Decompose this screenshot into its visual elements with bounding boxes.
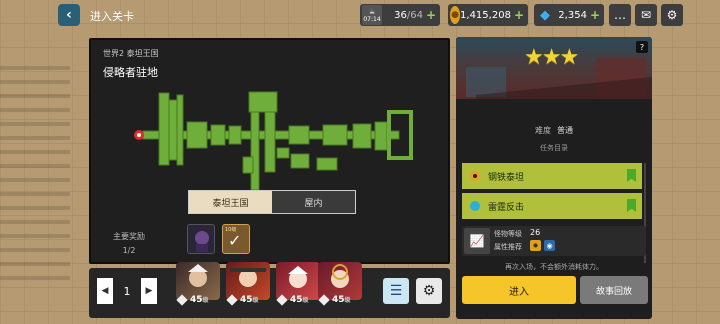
difficulty-value: 普通 — [557, 126, 573, 135]
team-page-number: 1 — [123, 284, 131, 298]
map-room — [374, 121, 388, 151]
map-marker — [134, 130, 144, 140]
chat-bubble-icon: … — [614, 8, 626, 22]
coffee-cup-icon: ☕ 07:14 — [362, 5, 382, 25]
stamina-counter: ☕ 07:14 36/64 + — [360, 4, 440, 26]
add-gem-button[interactable]: + — [590, 8, 600, 22]
gear-icon: ⚙ — [422, 283, 436, 299]
quest-label: 雷霆反击 — [488, 202, 525, 213]
quest-dot-icon — [470, 201, 480, 211]
hero-level: 45 — [332, 295, 345, 305]
hero-slot[interactable]: 45级 — [176, 262, 220, 308]
quest-ring-icon — [470, 171, 480, 181]
reentry-note: 再次入场，不会额外消耗体力。 — [505, 263, 603, 271]
map-room — [228, 125, 242, 145]
map-room — [168, 99, 178, 161]
gold-value: 1,415,208 — [460, 9, 511, 21]
team-settings-button[interactable]: ⚙ — [416, 278, 442, 304]
map-room — [242, 156, 254, 174]
reward-count: 1/2 — [122, 246, 136, 255]
map-room — [186, 121, 208, 149]
map-tabs: 泰坦王国 屋内 — [188, 190, 356, 214]
reward-item[interactable] — [187, 224, 215, 254]
settings-gear-icon: ⚙ — [666, 8, 678, 22]
help-button[interactable]: ? — [636, 41, 648, 53]
sun-attribute-icon: ✹ — [530, 240, 541, 251]
gold-counter: ● 1,415,208 + — [448, 4, 528, 26]
settings-button[interactable]: ⚙ — [661, 4, 683, 26]
gold-coin-icon: ● — [450, 6, 461, 24]
reward-item-claimed[interactable]: 10级 ✓ — [222, 224, 250, 254]
dungeon-map[interactable] — [91, 40, 452, 266]
hero-slot[interactable]: 45级 — [226, 262, 270, 308]
map-room — [264, 111, 276, 173]
gem-counter: ◆ 2,354 + — [534, 4, 604, 26]
mail-button[interactable]: ✉ — [635, 4, 657, 26]
map-room — [352, 123, 372, 149]
reward-label: 主要奖励 — [113, 232, 145, 241]
background-decoration — [0, 60, 70, 280]
water-attribute-icon: ◉ — [544, 240, 555, 251]
team-pager: ◀ 1 ▶ — [97, 278, 157, 304]
quest-item[interactable]: 钢铁泰坦 — [462, 163, 642, 189]
hero-portrait-icon — [195, 231, 209, 252]
map-room — [316, 157, 338, 171]
check-icon: ✓ — [228, 231, 242, 250]
bookmark-icon — [627, 199, 636, 212]
stage-banner: ★★★ ? — [456, 37, 652, 99]
map-room — [248, 91, 278, 113]
stamina-value: 36 — [394, 9, 407, 21]
monster-level-value: 26 — [530, 228, 541, 237]
list-icon: ☰ — [389, 283, 403, 299]
enter-button[interactable]: 进入 — [462, 276, 576, 304]
chevron-left-icon: ‹ — [66, 7, 72, 23]
map-room — [322, 124, 348, 146]
hero-level: 45 — [190, 295, 203, 305]
map-room — [250, 111, 260, 191]
hero-level: 45 — [240, 295, 253, 305]
map-room — [158, 92, 170, 166]
difficulty-label: 难度 — [535, 126, 551, 135]
quest-item[interactable]: 雷霆反击 — [462, 193, 642, 219]
mission-list-title: 任务目录 — [540, 144, 568, 152]
stamina-max: /64 — [406, 9, 423, 21]
hero-level: 45 — [290, 295, 303, 305]
map-room — [210, 124, 226, 146]
hero-slot[interactable]: 45级 — [276, 262, 320, 308]
tab-indoor[interactable]: 屋内 — [272, 191, 355, 213]
reward-section: 主要奖励 1/2 — [113, 230, 145, 258]
diamond-icon: ◆ — [540, 7, 550, 23]
monster-level-label: 怪物等级 — [494, 230, 522, 238]
back-button[interactable]: ‹ — [58, 4, 80, 26]
map-room — [176, 94, 184, 166]
level-chart-icon: 📈 — [464, 228, 490, 254]
add-stamina-button[interactable]: + — [426, 8, 436, 22]
bookmark-icon — [627, 169, 636, 182]
map-rooms — [142, 91, 413, 191]
team-list-button[interactable]: ☰ — [383, 278, 409, 304]
quest-label: 钢铁泰坦 — [488, 172, 525, 183]
chat-button[interactable]: … — [609, 4, 631, 26]
tab-titan-kingdom[interactable]: 泰坦王国 — [189, 191, 272, 213]
stage-stars: ★★★ — [524, 45, 579, 70]
next-team-button[interactable]: ▶ — [141, 278, 157, 304]
difficulty-row: 难度 普通 — [456, 125, 652, 136]
monster-info: 📈 怪物等级 26 属性推荐 ✹ ◉ — [462, 226, 646, 256]
stage-map-panel: 世界2 泰坦王国 侵略者驻地 泰坦王国 屋内 主要奖励 1/2 10级 ✓ — [89, 38, 450, 264]
page-title: 进入关卡 — [90, 10, 134, 23]
hero-slot[interactable]: 45级 — [318, 262, 362, 308]
story-replay-button[interactable]: 故事回放 — [580, 276, 648, 304]
map-room — [288, 125, 310, 145]
gem-value: 2,354 — [558, 9, 587, 21]
map-room — [290, 153, 310, 169]
add-gold-button[interactable]: + — [514, 8, 524, 22]
map-room — [276, 147, 290, 159]
mail-icon: ✉ — [640, 8, 652, 22]
prev-team-button[interactable]: ◀ — [97, 278, 113, 304]
recommend-label: 属性推荐 — [494, 243, 522, 251]
